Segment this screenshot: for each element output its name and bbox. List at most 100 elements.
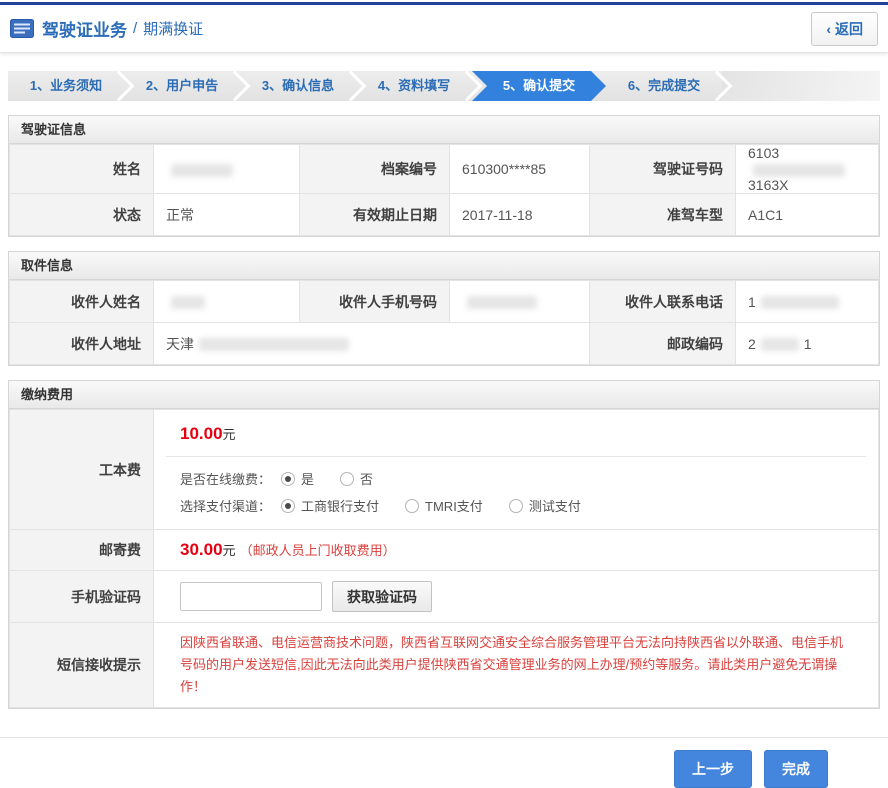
recipient-name-label: 收件人姓名 [10,281,154,323]
pickup-section-title: 取件信息 [9,252,879,280]
radio-channel-tmri-label: TMRI支付 [425,496,483,515]
sms-code-input[interactable] [180,582,322,611]
license-no-value: 6103 3163X [736,145,879,194]
postage-fee-value: 30.00元 （邮政人员上门收取费用） [154,530,879,571]
redacted-recipient-phone [761,296,839,309]
postal-code-label: 邮政编码 [590,323,736,365]
radio-online-no[interactable]: 否 [340,469,373,488]
radio-unchecked-icon[interactable] [509,499,523,513]
sms-notice-cell: 因陕西省联通、电信运营商技术问题，陕西省互联网交通安全综合服务管理平台无法向持陕… [154,623,879,708]
license-info-section: 驾驶证信息 姓名 档案编号 610300****85 驾驶证号码 6103 316… [8,115,880,237]
recipient-phone-prefix: 1 [748,294,756,310]
table-row: 状态 正常 有效期止日期 2017-11-18 准驾车型 A1C1 [10,194,879,236]
postage-fee-note: （邮政人员上门收取费用） [240,543,396,558]
step-5-confirm-submit-active[interactable]: 5、确认提交 [472,71,606,101]
radio-channel-tmri[interactable]: TMRI支付 [405,496,483,515]
table-row: 收件人姓名 收件人手机号码 收件人联系电话 1 [10,281,879,323]
sms-code-label: 手机验证码 [10,571,154,623]
recipient-address-prefix: 天津 [166,336,194,352]
radio-channel-icbc-label: 工商银行支付 [301,496,379,515]
table-row: 手机验证码 获取验证码 [10,571,879,623]
recipient-phone-value: 1 [736,281,879,323]
step-4-fill-data[interactable]: 4、资料填写 [356,71,472,101]
radio-online-yes[interactable]: 是 [281,469,314,488]
status-value: 正常 [154,194,300,236]
redacted-recipient-mobile [467,296,537,309]
online-pay-question: 是否在线缴费： [180,469,271,488]
pickup-info-table: 收件人姓名 收件人手机号码 收件人联系电话 1 收件人地址 天津 邮政编码 21 [9,280,879,365]
redacted-license-no [753,164,845,177]
name-value [154,145,300,194]
file-no-label: 档案编号 [300,145,450,194]
radio-channel-test[interactable]: 测试支付 [509,496,581,515]
back-button-label: 返回 [835,21,863,37]
step-1-business-notice[interactable]: 1、业务须知 [8,71,124,101]
pay-channel-row: 选择支付渠道： 工商银行支付 TMRI支付 测试支付 [180,492,852,519]
recipient-mobile-label: 收件人手机号码 [300,281,450,323]
production-fee-value: 10.00元 是否在线缴费： 是 否 选择支付渠道： 工商银行支付 TMRI支付… [154,410,879,530]
recipient-address-value: 天津 [154,323,590,365]
step-6-complete-submit[interactable]: 6、完成提交 [606,71,722,101]
page-title: 驾驶证业务 [42,16,127,41]
license-info-table: 姓名 档案编号 610300****85 驾驶证号码 6103 3163X 状态 … [9,144,879,236]
postage-fee-label: 邮寄费 [10,530,154,571]
valid-until-label: 有效期止日期 [300,194,450,236]
form-list-icon [10,19,34,38]
license-no-suffix: 3163X [748,177,788,193]
postage-fee-amount: 30.00 [180,540,223,559]
radio-unchecked-icon[interactable] [405,499,419,513]
sms-code-cell: 获取验证码 [154,571,879,623]
radio-online-no-label: 否 [360,469,373,488]
name-label: 姓名 [10,145,154,194]
table-row: 收件人地址 天津 邮政编码 21 [10,323,879,365]
vehicle-class-value: A1C1 [736,194,879,236]
production-fee-amount-line: 10.00元 [166,410,866,456]
recipient-mobile-value [450,281,590,323]
radio-unchecked-icon[interactable] [340,472,354,486]
redacted-name [171,164,233,177]
table-row: 工本费 10.00元 是否在线缴费： 是 否 选择支付渠道： 工商银行支付 TM… [10,410,879,530]
payment-options-block: 是否在线缴费： 是 否 选择支付渠道： 工商银行支付 TMRI支付 测试支付 [166,456,866,529]
recipient-name-value [154,281,300,323]
license-section-title: 驾驶证信息 [9,116,879,144]
production-fee-unit: 元 [223,427,236,442]
status-label: 状态 [10,194,154,236]
step-wizard: 1、业务须知 2、用户申告 3、确认信息 4、资料填写 5、确认提交 6、完成提… [8,71,880,101]
table-row: 邮寄费 30.00元 （邮政人员上门收取费用） [10,530,879,571]
redacted-recipient-address [199,338,349,351]
production-fee-amount: 10.00 [180,424,223,443]
license-no-prefix: 6103 [748,145,779,161]
radio-checked-icon[interactable] [281,472,295,486]
table-row: 短信接收提示 因陕西省联通、电信运营商技术问题，陕西省互联网交通安全综合服务管理… [10,623,879,708]
page-header: 驾驶证业务 / 期满换证 ‹返回 [0,5,888,53]
step-3-confirm-info[interactable]: 3、确认信息 [240,71,356,101]
chevron-left-icon: ‹ [826,21,831,37]
back-button[interactable]: ‹返回 [811,12,878,46]
radio-channel-test-label: 测试支付 [529,496,581,515]
vehicle-class-label: 准驾车型 [590,194,736,236]
redacted-postal-code [761,338,799,351]
radio-online-yes-label: 是 [301,469,314,488]
sms-notice-text: 因陕西省联通、电信运营商技术问题，陕西省互联网交通安全综合服务管理平台无法向持陕… [166,623,866,707]
license-no-label: 驾驶证号码 [590,145,736,194]
file-no-value: 610300****85 [450,145,590,194]
postage-fee-unit: 元 [223,543,236,558]
postal-code-prefix: 2 [748,336,756,352]
radio-channel-icbc[interactable]: 工商银行支付 [281,496,379,515]
fees-section-title: 缴纳费用 [9,381,879,409]
breadcrumb-separator: / [133,20,137,37]
fees-table: 工本费 10.00元 是否在线缴费： 是 否 选择支付渠道： 工商银行支付 TM… [9,409,879,708]
footer-actions: 上一步 完成 [0,737,888,788]
production-fee-label: 工本费 [10,410,154,530]
step-2-user-declaration[interactable]: 2、用户申告 [124,71,240,101]
postal-code-value: 21 [736,323,879,365]
sms-notice-label: 短信接收提示 [10,623,154,708]
breadcrumb-current: 期满换证 [143,18,203,39]
postal-code-suffix: 1 [804,336,812,352]
valid-until-value: 2017-11-18 [450,194,590,236]
redacted-recipient-name [171,296,205,309]
recipient-phone-label: 收件人联系电话 [590,281,736,323]
step-bar-filler [722,71,880,101]
get-sms-code-button[interactable]: 获取验证码 [332,581,432,612]
radio-checked-icon[interactable] [281,499,295,513]
